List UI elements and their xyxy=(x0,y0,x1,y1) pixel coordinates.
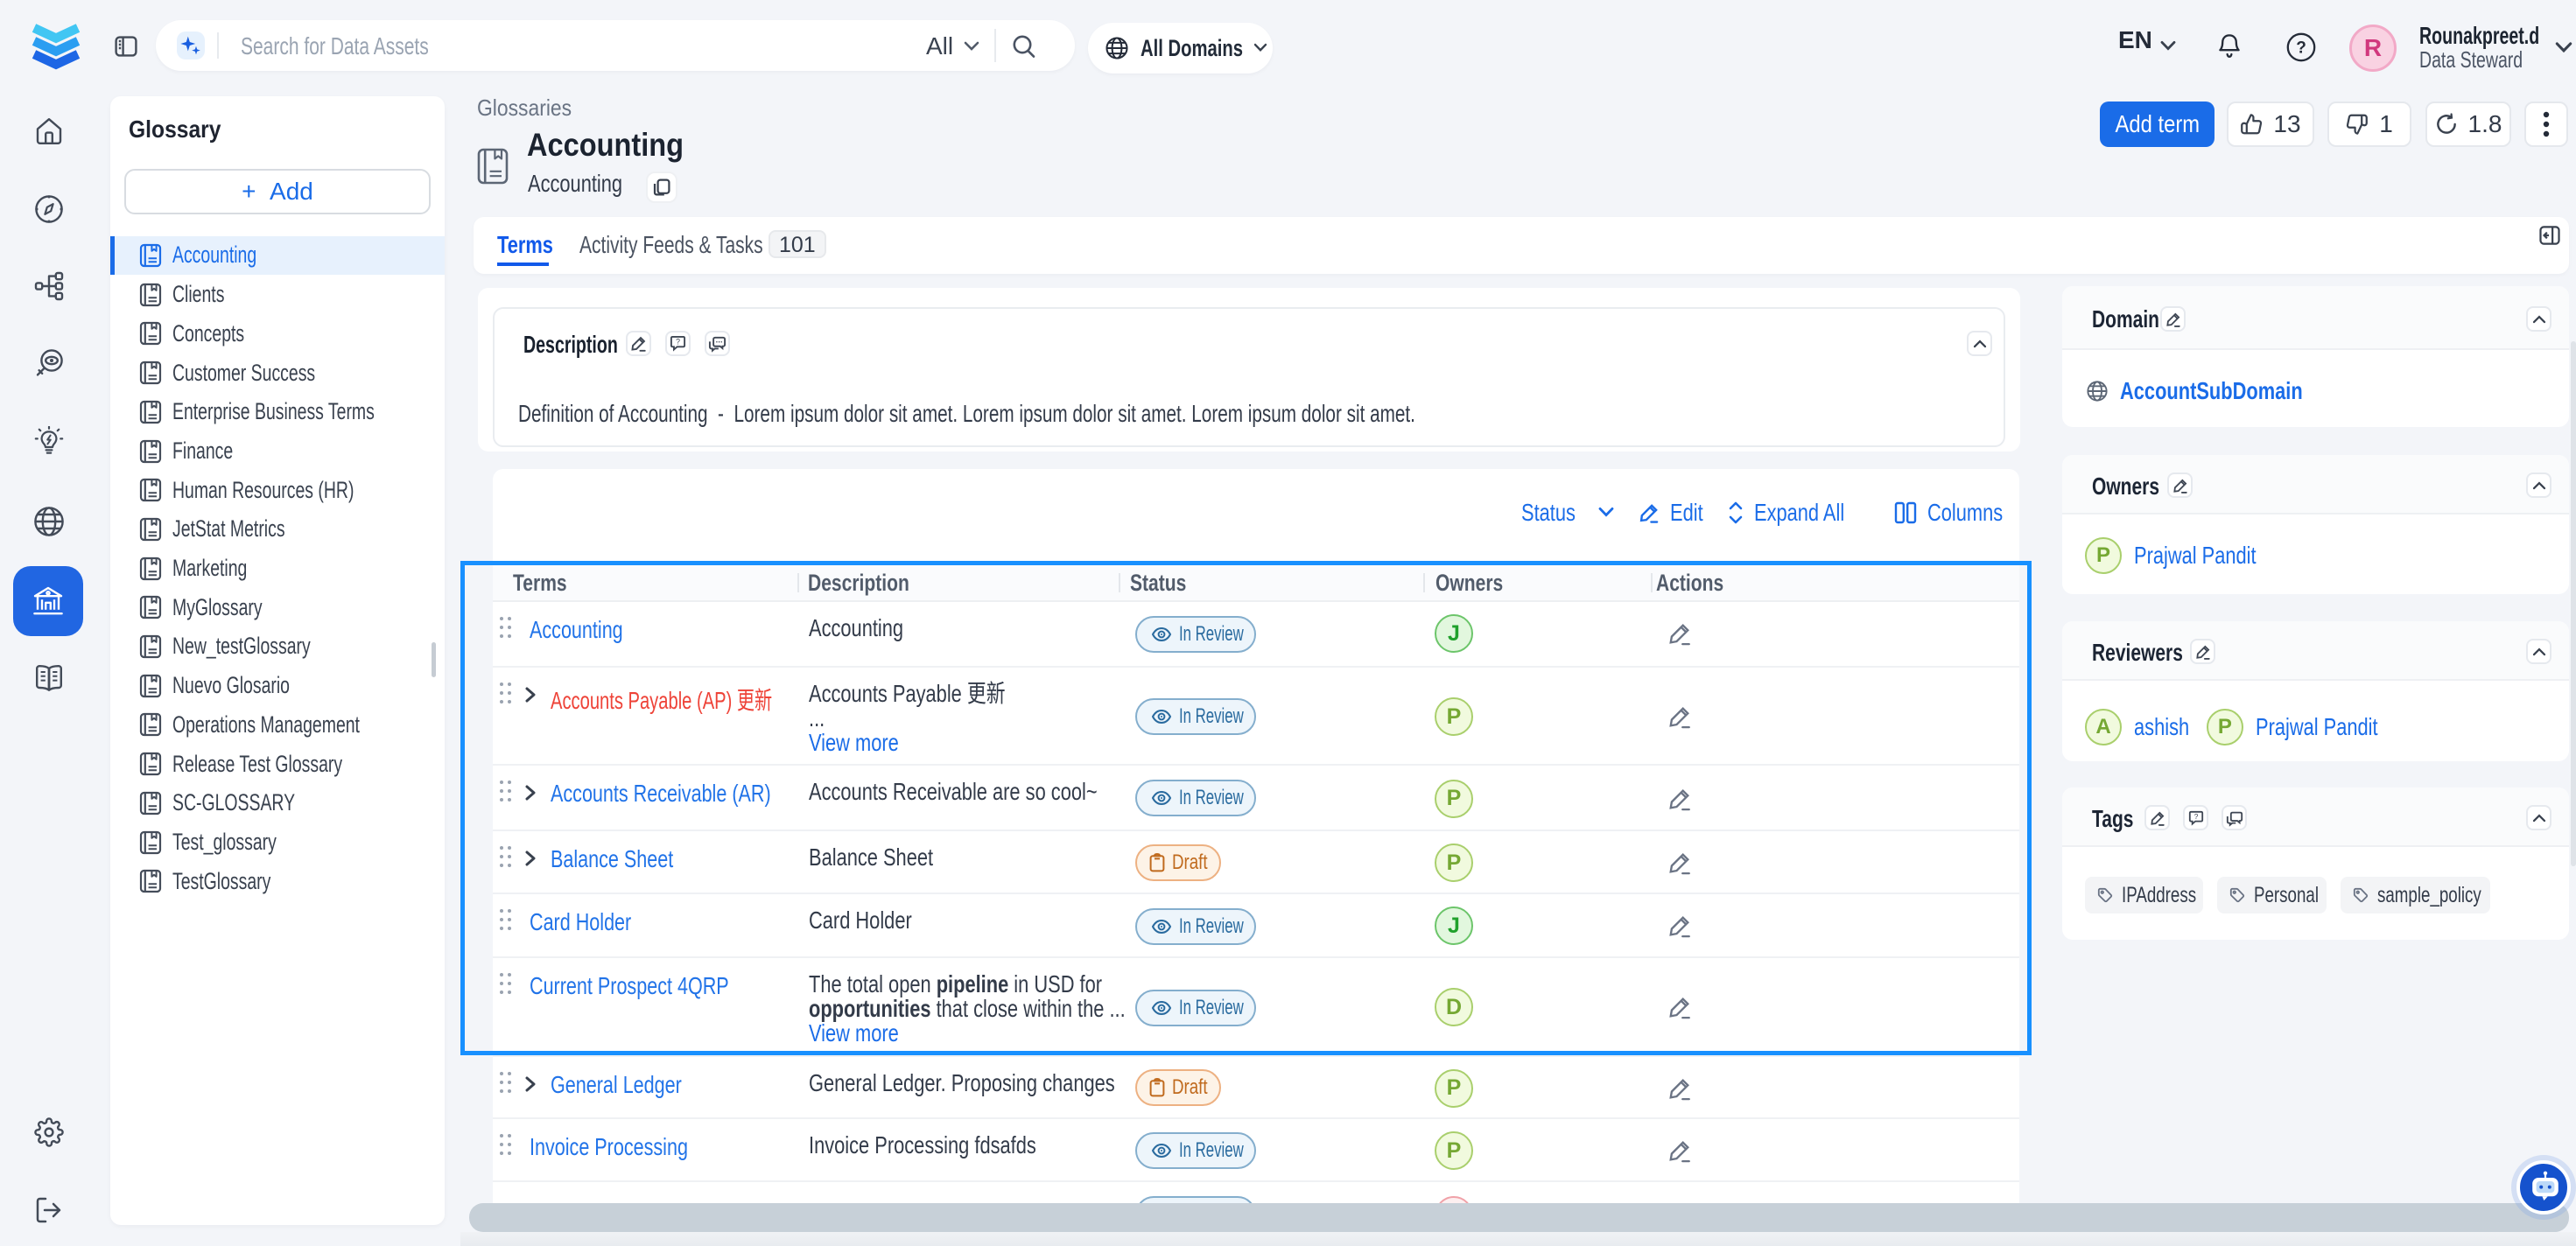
svg-text:?: ? xyxy=(2296,38,2306,57)
svg-text:?: ? xyxy=(2193,813,2198,821)
svg-text:?: ? xyxy=(676,338,680,346)
